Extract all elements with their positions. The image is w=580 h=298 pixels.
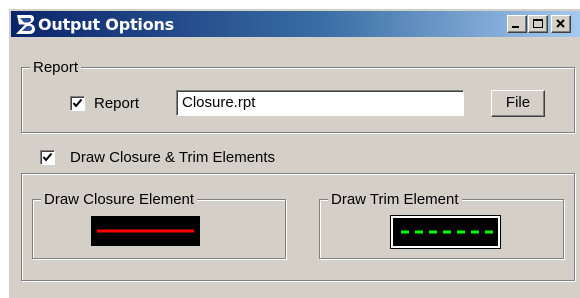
close-icon bbox=[556, 19, 565, 28]
output-options-window: Output Options Report Report Closure.rpt… bbox=[8, 8, 580, 298]
checkmark-icon bbox=[72, 98, 83, 108]
report-file-input[interactable]: Closure.rpt bbox=[176, 90, 464, 116]
app-logo-icon bbox=[16, 15, 35, 34]
minimize-button[interactable] bbox=[507, 15, 527, 33]
draw-closure-trim-label: Draw Closure & Trim Elements bbox=[70, 149, 276, 166]
report-group-legend: Report bbox=[30, 59, 82, 76]
draw-closure-trim-checkbox[interactable] bbox=[40, 150, 55, 165]
report-checkbox[interactable] bbox=[70, 96, 85, 111]
maximize-button[interactable] bbox=[528, 15, 548, 33]
window-title: Output Options bbox=[38, 15, 174, 34]
report-checkbox-label: Report bbox=[94, 95, 140, 112]
file-button[interactable]: File bbox=[491, 90, 545, 117]
closure-element-legend: Draw Closure Element bbox=[41, 191, 198, 208]
maximize-icon bbox=[533, 19, 543, 28]
trim-line-swatch[interactable] bbox=[390, 215, 501, 249]
closure-solid-line bbox=[97, 229, 194, 233]
title-bar[interactable]: Output Options bbox=[11, 11, 580, 37]
minimize-icon bbox=[512, 26, 519, 28]
trim-element-legend: Draw Trim Element bbox=[328, 191, 462, 208]
close-button[interactable] bbox=[551, 15, 571, 33]
closure-line-swatch[interactable] bbox=[91, 216, 200, 246]
trim-dashed-line bbox=[401, 230, 493, 234]
checkmark-icon bbox=[42, 152, 53, 162]
